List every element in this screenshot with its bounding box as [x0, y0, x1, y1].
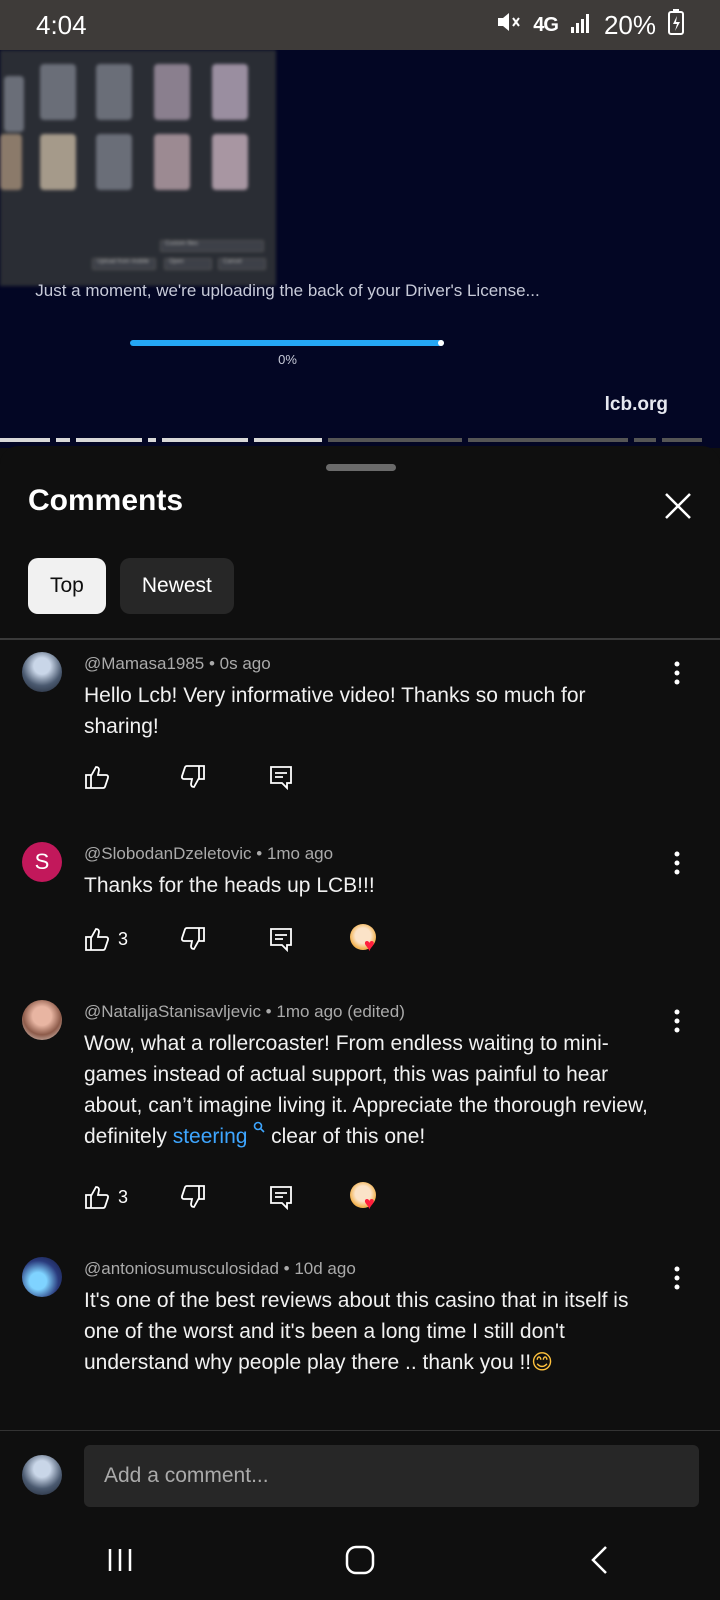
- comment-time: 1mo ago (edited): [276, 1002, 405, 1021]
- thumbs-up-icon: [85, 1186, 110, 1209]
- avatar[interactable]: [22, 652, 62, 692]
- upload-progress-bar: [130, 340, 444, 346]
- comment-author[interactable]: @NatalijaStanisavljevic: [84, 1002, 261, 1021]
- avatar[interactable]: S: [22, 842, 62, 882]
- status-bar: 4:04 4G 20%: [0, 0, 720, 50]
- comment-author[interactable]: @Mamasa1985: [84, 654, 204, 673]
- more-vert-icon: [674, 851, 680, 875]
- open-button: Open: [164, 258, 212, 270]
- more-vert-icon: [674, 661, 680, 685]
- dislike-button[interactable]: [180, 764, 268, 790]
- network-type: 4G: [533, 13, 559, 36]
- battery-percent: 20%: [603, 9, 656, 40]
- mute-icon: [495, 9, 521, 42]
- thumbs-down-icon: [180, 927, 205, 950]
- comment-time: 1mo ago: [266, 844, 334, 863]
- like-button[interactable]: 3: [84, 1184, 180, 1210]
- search-icon: [253, 1121, 265, 1133]
- reply-icon: [270, 1186, 292, 1210]
- comment-actions: 3 ♥: [84, 1182, 380, 1212]
- home-button[interactable]: [320, 1530, 400, 1590]
- home-icon: [345, 1545, 375, 1575]
- video-progress-bar[interactable]: [0, 438, 720, 443]
- comment-text: Wow, what a rollercoaster! From endless …: [84, 1028, 664, 1152]
- comment-text: It's one of the best reviews about this …: [84, 1285, 664, 1378]
- tab-newest[interactable]: Newest: [119, 558, 234, 614]
- reply-button[interactable]: [268, 764, 350, 790]
- search-link[interactable]: steering: [172, 1121, 266, 1148]
- comment-actions: 3 ♥: [84, 924, 380, 954]
- comment-text: Hello Lcb! Very informative video! Thank…: [84, 684, 586, 738]
- cancel-button: Cancel: [218, 258, 266, 270]
- more-options-button[interactable]: [665, 658, 689, 688]
- recent-apps-button[interactable]: [80, 1530, 160, 1590]
- like-button[interactable]: 3: [84, 926, 180, 952]
- more-vert-icon: [674, 1009, 680, 1033]
- comment-author[interactable]: @SlobodanDzeletovic: [84, 844, 252, 863]
- comment-input-bar: [0, 1430, 720, 1520]
- close-button[interactable]: [660, 488, 696, 524]
- avatar[interactable]: [22, 1000, 62, 1040]
- comment-meta: @antoniosumusculosidad • 10d ago: [84, 1259, 356, 1278]
- comment-text: Thanks for the heads up LCB!!!: [84, 874, 375, 897]
- creator-heart-badge: ♥: [350, 924, 380, 954]
- status-time: 4:04: [36, 9, 87, 40]
- system-nav-bar: [0, 1520, 720, 1600]
- thumbs-up-icon: [85, 766, 110, 789]
- like-count: 3: [118, 928, 129, 949]
- file-dialog-screenshot: Custom files Upload from mobile Open Can…: [0, 50, 276, 286]
- thumbs-up-icon: [85, 928, 110, 951]
- comment-meta: @NatalijaStanisavljevic • 1mo ago (edite…: [84, 1002, 405, 1021]
- upload-progress-label: 0%: [278, 352, 297, 367]
- video-player[interactable]: Custom files Upload from mobile Open Can…: [0, 50, 720, 448]
- more-options-button[interactable]: [665, 1006, 689, 1036]
- file-filter-select: Custom files: [160, 240, 264, 252]
- more-vert-icon: [674, 1266, 680, 1290]
- creator-heart-badge: ♥: [350, 1182, 380, 1212]
- dislike-button[interactable]: [180, 926, 268, 952]
- search-link-label: steering: [172, 1125, 248, 1148]
- back-icon: [591, 1546, 607, 1574]
- comment-time: 10d ago: [294, 1259, 356, 1278]
- heart-icon: ♥: [364, 935, 375, 955]
- avatar[interactable]: [22, 1257, 62, 1297]
- comment-time: 0s ago: [219, 654, 271, 673]
- reply-button[interactable]: [268, 1184, 350, 1210]
- reply-button[interactable]: [268, 926, 350, 952]
- comment-meta: @Mamasa1985 • 0s ago: [84, 654, 271, 673]
- comment-text-end: clear of this one!: [265, 1125, 426, 1148]
- battery-charging-icon: [668, 8, 684, 42]
- comment-actions: [84, 764, 350, 790]
- reply-icon: [270, 928, 292, 952]
- like-button[interactable]: [84, 764, 180, 790]
- sheet-title: Comments: [28, 484, 184, 517]
- heart-icon: ♥: [364, 1193, 375, 1213]
- back-button[interactable]: [560, 1530, 640, 1590]
- smile-emoji: 😊: [531, 1351, 554, 1374]
- upload-message: Just a moment, we're uploading the back …: [35, 281, 540, 300]
- like-count: 3: [118, 1186, 129, 1207]
- user-avatar: [22, 1455, 62, 1495]
- reply-icon: [270, 766, 292, 790]
- upload-from-mobile-button: Upload from mobile: [92, 258, 156, 270]
- thumbs-down-icon: [180, 765, 205, 788]
- thumbs-down-icon: [180, 1185, 205, 1208]
- more-options-button[interactable]: [665, 1263, 689, 1293]
- status-icons: 4G 20%: [495, 8, 684, 42]
- comment-author[interactable]: @antoniosumusculosidad: [84, 1259, 279, 1278]
- tab-top[interactable]: Top: [28, 558, 106, 614]
- sort-tabs: Top Newest: [28, 558, 234, 614]
- watermark: lcb.org: [604, 394, 668, 415]
- recent-apps-icon: [108, 1549, 132, 1571]
- comments-sheet: Comments Top Newest: [0, 446, 720, 1600]
- divider: [0, 638, 720, 640]
- close-icon: [665, 493, 691, 519]
- signal-icon: [570, 10, 592, 41]
- drag-handle[interactable]: [326, 464, 396, 471]
- comment-meta: @SlobodanDzeletovic • 1mo ago: [84, 844, 334, 863]
- dislike-button[interactable]: [180, 1184, 268, 1210]
- more-options-button[interactable]: [665, 848, 689, 878]
- add-comment-input[interactable]: [84, 1445, 699, 1507]
